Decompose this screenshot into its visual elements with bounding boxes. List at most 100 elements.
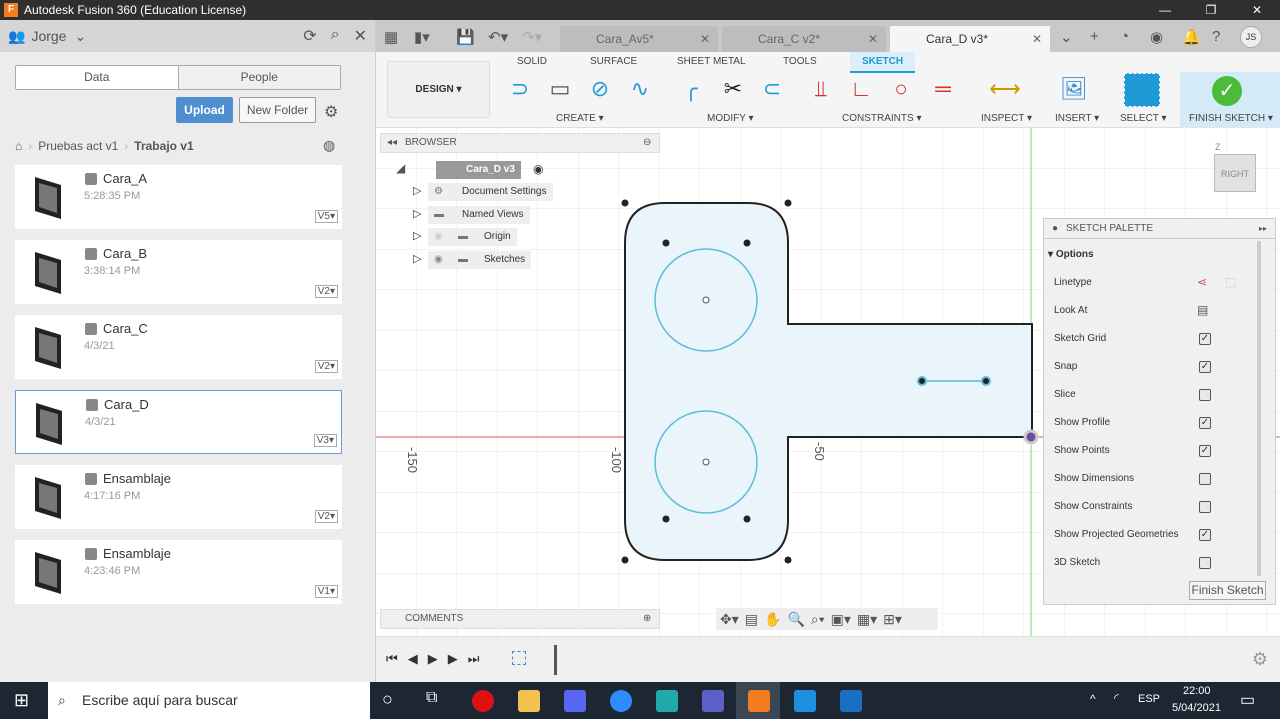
clock-time[interactable]: 22:00 — [1183, 685, 1211, 697]
checkbox[interactable]: ✓ — [1199, 529, 1211, 541]
refresh-icon[interactable]: ⟳ — [303, 26, 316, 46]
upload-button[interactable]: Upload — [176, 97, 233, 123]
line-tool-icon[interactable]: ⊃ — [503, 74, 537, 104]
file-name[interactable]: Cara_C — [103, 321, 148, 336]
cortana-icon[interactable]: ○ — [382, 689, 393, 710]
sketch-timeline-feature-icon[interactable] — [512, 651, 526, 665]
checkbox[interactable]: ✓ — [1199, 361, 1211, 373]
file-explorer-icon[interactable] — [518, 690, 540, 712]
timeline-marker[interactable] — [554, 645, 557, 675]
file-card[interactable]: Cara_B 3:38:14 PM V2▾ — [15, 240, 342, 304]
expand-triangle-icon[interactable]: ▷ — [413, 184, 421, 197]
checkbox[interactable] — [1199, 557, 1211, 569]
collapse-icon[interactable]: ◂◂ — [387, 134, 397, 152]
orbit-icon[interactable]: ✥▾ — [720, 611, 739, 628]
file-card[interactable]: Ensamblaje 4:17:16 PM V2▾ — [15, 465, 342, 529]
browser-item[interactable]: ◉ ▬ Sketches — [428, 250, 532, 269]
go-to-end-icon[interactable]: ⏭ — [468, 651, 480, 667]
file-icon[interactable]: ▮▾ — [414, 28, 430, 46]
checkbox[interactable] — [1199, 473, 1211, 485]
file-name[interactable]: Cara_D — [104, 397, 149, 412]
browser-item[interactable]: ▬ Named Views — [428, 205, 530, 224]
extensions-icon[interactable]: ◔ — [1120, 28, 1129, 45]
select-icon[interactable] — [1124, 73, 1160, 107]
file-name[interactable]: Ensamblaje — [103, 471, 171, 486]
checkbox[interactable]: ✓ — [1199, 333, 1211, 345]
close-icon[interactable]: ✕ — [354, 26, 367, 46]
display-settings-icon[interactable]: ▣▾ — [831, 611, 851, 628]
home-icon[interactable]: ⌂ — [15, 139, 22, 153]
zoom-icon[interactable]: 🔍 — [787, 611, 804, 628]
windows-start-icon[interactable]: ⊞ — [14, 690, 29, 711]
minus-icon[interactable]: ⊖ — [643, 134, 651, 152]
tab-cara-c[interactable]: Cara_C v2* ✕ — [722, 26, 886, 52]
chevron-down-icon[interactable]: ⌄ — [74, 28, 86, 45]
constraints-menu[interactable]: CONSTRAINTS ▾ — [842, 113, 921, 124]
apps-grid-icon[interactable]: ▦ — [384, 28, 398, 46]
version-dropdown[interactable]: V1▾ — [314, 585, 338, 598]
tab-cara-d[interactable]: Cara_D v3* ✕ — [890, 26, 1050, 52]
notification-center-icon[interactable]: ▭ — [1240, 690, 1255, 710]
expand-triangle-icon[interactable]: ▷ — [413, 207, 421, 220]
gear-icon[interactable]: ⚙ — [324, 102, 338, 122]
file-card[interactable]: Cara_A 5:28:35 PM V5▾ — [15, 165, 342, 229]
checkbox[interactable]: ✓ — [1199, 445, 1211, 457]
file-name[interactable]: Cara_B — [103, 246, 147, 261]
minimize-button[interactable]: — — [1142, 0, 1188, 20]
browser-panel-header[interactable]: ◂◂ BROWSER ⊖ — [380, 133, 660, 153]
tab-data[interactable]: Data — [16, 66, 178, 89]
discord-icon[interactable] — [564, 690, 586, 712]
play-icon[interactable]: ▶ — [428, 651, 438, 667]
checkbox[interactable] — [1199, 389, 1211, 401]
scrollbar[interactable] — [1257, 241, 1261, 576]
look-at-icon[interactable]: ▤ — [1197, 303, 1208, 317]
look-at-icon[interactable]: ▤ — [745, 611, 758, 628]
clock-date[interactable]: 5/04/2021 — [1172, 702, 1221, 714]
new-tab-plus-icon[interactable]: + — [1090, 28, 1099, 45]
trim-scissors-icon[interactable]: ✂ — [716, 74, 750, 104]
language-indicator[interactable]: ESP — [1138, 693, 1160, 705]
expand-icon[interactable]: ▸▸ — [1259, 219, 1267, 239]
tab-list-chevron-icon[interactable]: ⌄ — [1060, 28, 1073, 46]
close-tab-icon[interactable]: ✕ — [868, 26, 878, 52]
opera-icon[interactable] — [472, 690, 494, 712]
finish-sketch-menu[interactable]: FINISH SKETCH ▾ — [1189, 113, 1273, 124]
globe-icon[interactable]: ◍ — [323, 137, 335, 154]
close-button[interactable]: ✕ — [1234, 0, 1280, 20]
zoom-app-icon[interactable] — [610, 690, 632, 712]
gear-icon[interactable]: ⚙ — [1252, 649, 1268, 670]
circle-tool-icon[interactable]: ⊘ — [583, 74, 617, 104]
maximize-button[interactable]: ❐ — [1188, 0, 1234, 20]
fit-icon[interactable]: ⌕▾ — [811, 611, 825, 628]
tab-surface[interactable]: SURFACE — [590, 56, 637, 67]
taskbar-search-input[interactable]: ⌕ Escribe aquí para buscar — [48, 682, 370, 719]
job-status-icon[interactable]: ◉ — [1150, 28, 1163, 46]
viewcube[interactable]: RIGHT — [1214, 154, 1256, 192]
undo-icon[interactable]: ↶▾ — [488, 28, 508, 46]
version-dropdown[interactable]: V2▾ — [314, 360, 338, 373]
version-dropdown[interactable]: V2▾ — [314, 285, 338, 298]
file-card[interactable]: Ensamblaje 4:23:46 PM V1▾ — [15, 540, 342, 604]
app-icon[interactable] — [656, 690, 678, 712]
tab-solid[interactable]: SOLID — [517, 56, 547, 67]
file-name[interactable]: Cara_A — [103, 171, 147, 186]
task-view-icon[interactable]: ⧉ — [426, 689, 437, 707]
close-tab-icon[interactable]: ✕ — [1032, 26, 1042, 52]
viewports-icon[interactable]: ⊞▾ — [883, 611, 902, 628]
fillet-tool-icon[interactable]: ╭ — [674, 74, 708, 104]
tab-cara-a[interactable]: Cara_Av5* ✕ — [560, 26, 718, 52]
notifications-bell-icon[interactable]: 🔔 — [1182, 28, 1201, 46]
coincident-constraint-icon[interactable]: ∟ — [844, 74, 878, 104]
modify-menu[interactable]: MODIFY ▾ — [707, 113, 754, 124]
options-section-toggle[interactable]: ▾ Options — [1048, 249, 1094, 260]
version-dropdown[interactable]: V3▾ — [313, 434, 337, 447]
tangent-constraint-icon[interactable]: ○ — [884, 74, 918, 104]
search-icon[interactable]: ⌕ — [331, 26, 340, 46]
media-player-icon[interactable] — [794, 690, 816, 712]
spline-tool-icon[interactable]: ∿ — [623, 74, 657, 104]
tab-sketch[interactable]: SKETCH — [850, 52, 916, 73]
pan-hand-icon[interactable]: ✋ — [764, 611, 781, 628]
fusion-360-taskbar-icon[interactable] — [748, 690, 770, 712]
user-dropdown[interactable]: Jorge — [31, 28, 66, 44]
browser-item[interactable]: ◉ ▬ Origin — [428, 228, 517, 246]
